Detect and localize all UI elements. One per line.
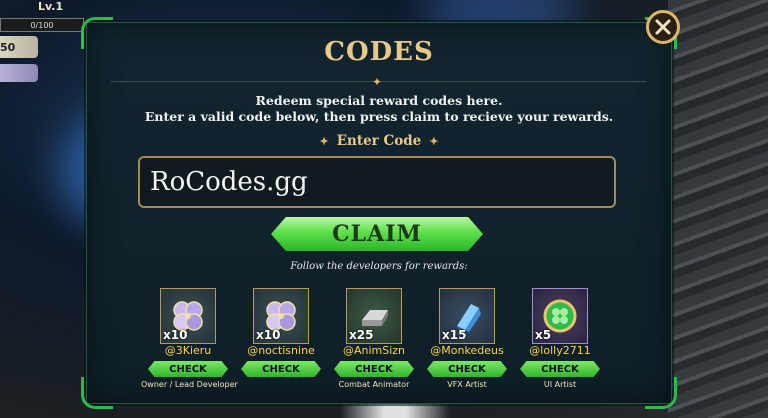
- close-icon: [655, 19, 671, 35]
- developer-handle: @AnimSizn: [342, 344, 406, 357]
- developer-card: x10 @noctisnine CHECK: [234, 288, 328, 380]
- check-label: CHECK: [169, 363, 207, 375]
- reward-icon-frame: x15: [439, 288, 495, 344]
- check-label: CHECK: [262, 363, 300, 375]
- reward-quantity: x5: [535, 328, 552, 342]
- developer-role: Combat Animator: [338, 380, 410, 389]
- description-line-2: Enter a valid code below, then press cla…: [144, 109, 614, 124]
- claim-button-label: CLAIM: [332, 221, 422, 247]
- stat-bar: 50: [0, 36, 38, 58]
- developer-role: VFX Artist: [447, 380, 487, 389]
- developer-role: UI Artist: [543, 380, 577, 389]
- reward-icon-frame: x10: [253, 288, 309, 344]
- reward-icon-frame: x25: [346, 288, 402, 344]
- check-label: CHECK: [448, 363, 486, 375]
- follow-text: Follow the developers for rewards:: [290, 261, 468, 272]
- description-line-1: Redeem special reward codes here.: [255, 93, 503, 108]
- frame-corner: [645, 377, 677, 409]
- dialog-description: Redeem special reward codes here. Enter …: [87, 93, 671, 125]
- xp-bar: 0/100: [0, 18, 84, 32]
- reward-quantity: x10: [256, 328, 281, 342]
- enter-code-label: ✦ Enter Code ✦: [87, 133, 671, 149]
- reward-icon-frame: x5: [532, 288, 588, 344]
- xp-text: 0/100: [30, 20, 54, 30]
- check-button[interactable]: CHECK: [427, 361, 507, 377]
- claim-button[interactable]: CLAIM: [271, 217, 483, 251]
- developer-handle: @3Kieru: [164, 344, 212, 357]
- developer-card: x5 @lolly2711 CHECK UI Artist: [513, 288, 607, 389]
- sparkle-icon: ✦: [319, 135, 329, 148]
- developer-handle: @Monkedeus: [430, 344, 504, 357]
- dialog-title: CODES: [324, 37, 434, 67]
- check-button[interactable]: CHECK: [241, 361, 321, 377]
- reward-icon-frame: x10: [160, 288, 216, 344]
- developer-card: x25 @AnimSizn CHECK Combat Animator: [327, 288, 421, 389]
- enter-code-text: Enter Code: [336, 133, 422, 149]
- check-label: CHECK: [541, 363, 579, 375]
- frame-corner: [81, 377, 113, 409]
- developer-card: x10 @3Kieru CHECK Owner / Lead Developer: [141, 288, 238, 389]
- code-input[interactable]: RoCodes.gg: [138, 156, 616, 208]
- sparkle-icon: ✦: [429, 135, 439, 148]
- close-button[interactable]: [646, 10, 680, 44]
- reward-quantity: x15: [442, 328, 467, 342]
- sparkle-icon: ✦: [372, 75, 383, 89]
- developer-handle: @lolly2711: [529, 344, 591, 357]
- codes-dialog: CODES ✦ Redeem special reward codes here…: [81, 17, 677, 409]
- secondary-bar: [0, 64, 38, 82]
- stat-value: 50: [0, 40, 16, 54]
- developer-card: x15 @Monkedeus CHECK VFX Artist: [420, 288, 514, 389]
- reward-quantity: x10: [163, 328, 188, 342]
- reward-quantity: x25: [349, 328, 374, 342]
- check-button[interactable]: CHECK: [148, 361, 228, 377]
- background-scenery: [668, 0, 768, 418]
- developer-handle: @noctisnine: [247, 344, 315, 357]
- developer-role: Owner / Lead Developer: [141, 380, 238, 389]
- player-level: Lv.1: [38, 0, 64, 13]
- check-button[interactable]: CHECK: [334, 361, 414, 377]
- check-label: CHECK: [355, 363, 393, 375]
- check-button[interactable]: CHECK: [520, 361, 600, 377]
